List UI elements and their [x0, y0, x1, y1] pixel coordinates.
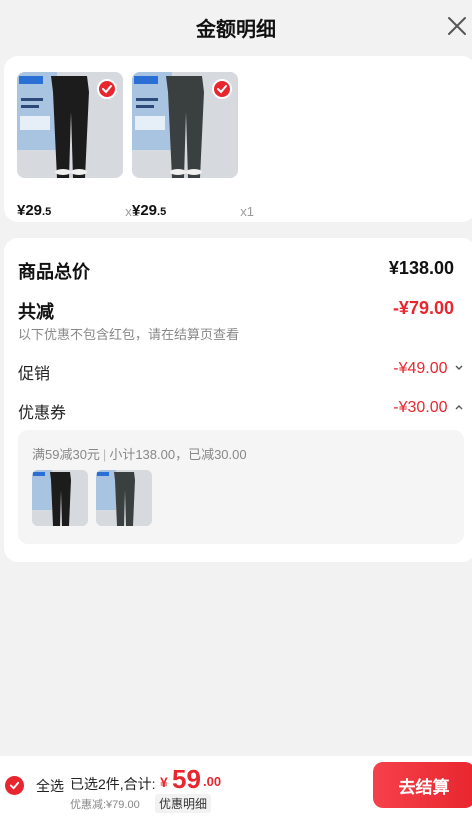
reduction-label: 共减 [18, 302, 54, 322]
product-image [17, 72, 123, 178]
coupon-rule: 满59减30元 [32, 447, 100, 462]
price-detail-card: 商品总价 ¥138.00 共减 -¥79.00 以下优惠不包含红包，请在结算页查… [4, 238, 472, 562]
product-item[interactable]: ¥29.5 x1 [132, 72, 254, 219]
discount-note: 以下优惠不包含红包，请在结算页查看 [18, 327, 240, 342]
select-all-check-icon[interactable] [5, 776, 24, 795]
promo-value: -¥49.00 [393, 360, 448, 377]
product-list-card: ¥29.5 x1 ¥29.5 x1 [4, 56, 472, 222]
coupon-value-wrap: -¥30.00 [393, 399, 464, 417]
checkout-bar: 全选 已选2件,合计: ¥ 59 .00 优惠减:¥79.00 优惠明细 去结算 [0, 756, 472, 828]
coupon-subtotal: 小计138.00，已减30.00 [109, 447, 247, 462]
divider: | [102, 447, 107, 462]
total-decimal: .00 [203, 774, 222, 789]
price-decimal: .5 [157, 206, 167, 218]
price-integer: ¥29 [132, 202, 158, 219]
total-currency: ¥ [160, 774, 168, 790]
product-item[interactable]: ¥29.5 x1 [17, 72, 139, 219]
header: 金额明细 [0, 0, 472, 52]
chevron-up-icon[interactable] [454, 402, 464, 412]
total-amount: 59 [172, 764, 201, 794]
goods-total-label: 商品总价 [18, 262, 90, 282]
discount-summary: 优惠减:¥79.00 [70, 799, 140, 811]
product-price: ¥29.5 [17, 202, 51, 219]
goods-total-value: ¥138.00 [388, 258, 454, 278]
coupon-product-image [32, 470, 88, 526]
selected-count-text: 已选2件,合计: [70, 776, 156, 792]
select-all-label[interactable]: 全选 [36, 776, 64, 796]
price-integer: ¥29 [17, 202, 43, 219]
promo-value-wrap: -¥49.00 [393, 360, 464, 378]
promo-label: 促销 [18, 366, 51, 383]
coupon-product-image [96, 470, 152, 526]
page-title: 金额明细 [196, 19, 276, 41]
product-quantity: x1 [240, 204, 254, 219]
price-decimal: .5 [42, 206, 52, 218]
coupon-label: 优惠券 [18, 405, 67, 422]
coupon-detail-text: 满59减30元 | 小计138.00，已减30.00 [32, 444, 247, 463]
product-image [132, 72, 238, 178]
product-selected-check-icon[interactable] [212, 79, 232, 99]
discount-detail-link[interactable]: 优惠明细 [155, 794, 212, 813]
product-price: ¥29.5 [132, 202, 166, 219]
checkout-button[interactable]: 去结算 [373, 762, 472, 808]
chevron-down-icon[interactable] [454, 363, 464, 373]
close-icon[interactable] [446, 15, 468, 37]
product-selected-check-icon[interactable] [97, 79, 117, 99]
coupon-value: -¥30.00 [393, 399, 448, 416]
coupon-detail-box: 满59减30元 | 小计138.00，已减30.00 [18, 430, 464, 544]
reduction-value: -¥79.00 [392, 298, 454, 318]
